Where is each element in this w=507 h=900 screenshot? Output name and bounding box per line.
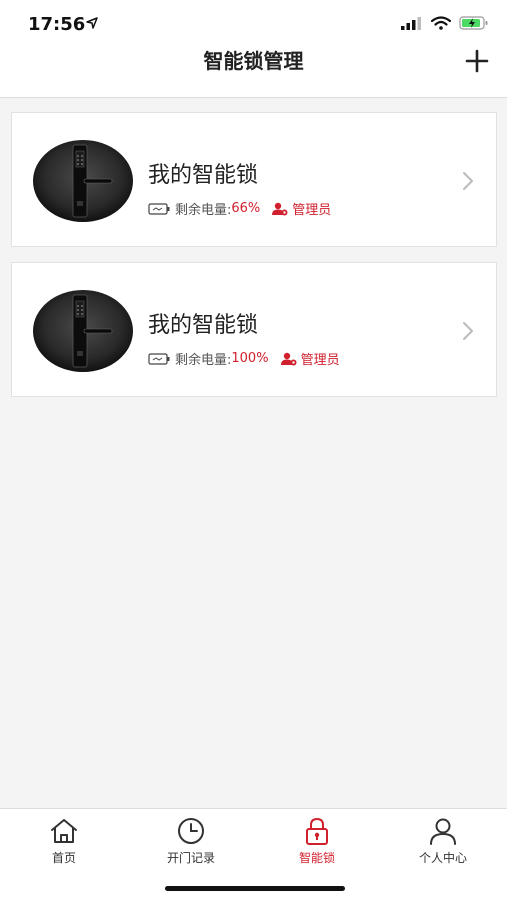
admin-user-icon bbox=[280, 352, 297, 365]
signal-icon bbox=[401, 17, 421, 30]
tab-profile[interactable]: 个人中心 bbox=[388, 817, 498, 867]
admin-user-icon bbox=[272, 202, 288, 215]
tab-label: 开门记录 bbox=[166, 851, 215, 865]
status-time: 17:56 bbox=[28, 14, 86, 35]
status-bar: 17:56 bbox=[0, 0, 507, 46]
status-indicators bbox=[401, 16, 489, 30]
lock-card[interactable]: 我的智能锁 剩余电量: 66% 管理员 bbox=[11, 112, 497, 247]
lock-name: 我的智能锁 bbox=[148, 163, 259, 188]
battery-icon bbox=[148, 202, 170, 215]
tab-label: 个人中心 bbox=[418, 851, 467, 865]
chevron-right-icon bbox=[463, 172, 473, 190]
battery-icon bbox=[148, 352, 170, 365]
tab-smart-lock[interactable]: 智能锁 bbox=[262, 817, 372, 867]
tab-label: 智能锁 bbox=[298, 851, 335, 865]
lock-icon bbox=[306, 817, 328, 845]
lock-meta: 剩余电量: 66% 管理员 bbox=[148, 199, 331, 218]
clock-icon bbox=[178, 818, 204, 844]
lock-card[interactable]: 我的智能锁 剩余电量: 100% 管理员 bbox=[11, 262, 497, 397]
smart-lock-image bbox=[33, 290, 133, 372]
location-arrow-icon bbox=[86, 17, 98, 29]
battery-charging-icon bbox=[459, 16, 488, 30]
tab-home[interactable]: 首页 bbox=[9, 817, 119, 867]
nav-bar: 智能锁管理 bbox=[0, 46, 507, 98]
smart-lock-image bbox=[33, 140, 133, 222]
tab-label: 首页 bbox=[51, 851, 76, 865]
add-lock-button[interactable] bbox=[459, 46, 495, 76]
chevron-right-icon bbox=[463, 322, 473, 340]
lock-name: 我的智能锁 bbox=[148, 313, 259, 338]
lock-meta: 剩余电量: 100% 管理员 bbox=[148, 349, 340, 368]
wifi-icon bbox=[431, 16, 451, 30]
battery-label: 剩余电量: bbox=[175, 353, 232, 368]
person-icon bbox=[430, 818, 456, 845]
role-label: 管理员 bbox=[292, 203, 332, 218]
battery-label: 剩余电量: bbox=[175, 203, 232, 218]
tab-unlock-records[interactable]: 开门记录 bbox=[136, 817, 246, 867]
home-icon bbox=[51, 819, 77, 843]
role-label: 管理员 bbox=[300, 353, 340, 368]
battery-value: 100% bbox=[231, 351, 269, 366]
home-indicator bbox=[165, 886, 345, 891]
battery-value: 66% bbox=[231, 201, 261, 216]
page-title: 智能锁管理 bbox=[203, 49, 304, 73]
plus-icon bbox=[465, 49, 489, 73]
lock-list: 我的智能锁 剩余电量: 66% 管理员 我的智能锁 剩余电量: 100% 管理员 bbox=[11, 112, 497, 412]
